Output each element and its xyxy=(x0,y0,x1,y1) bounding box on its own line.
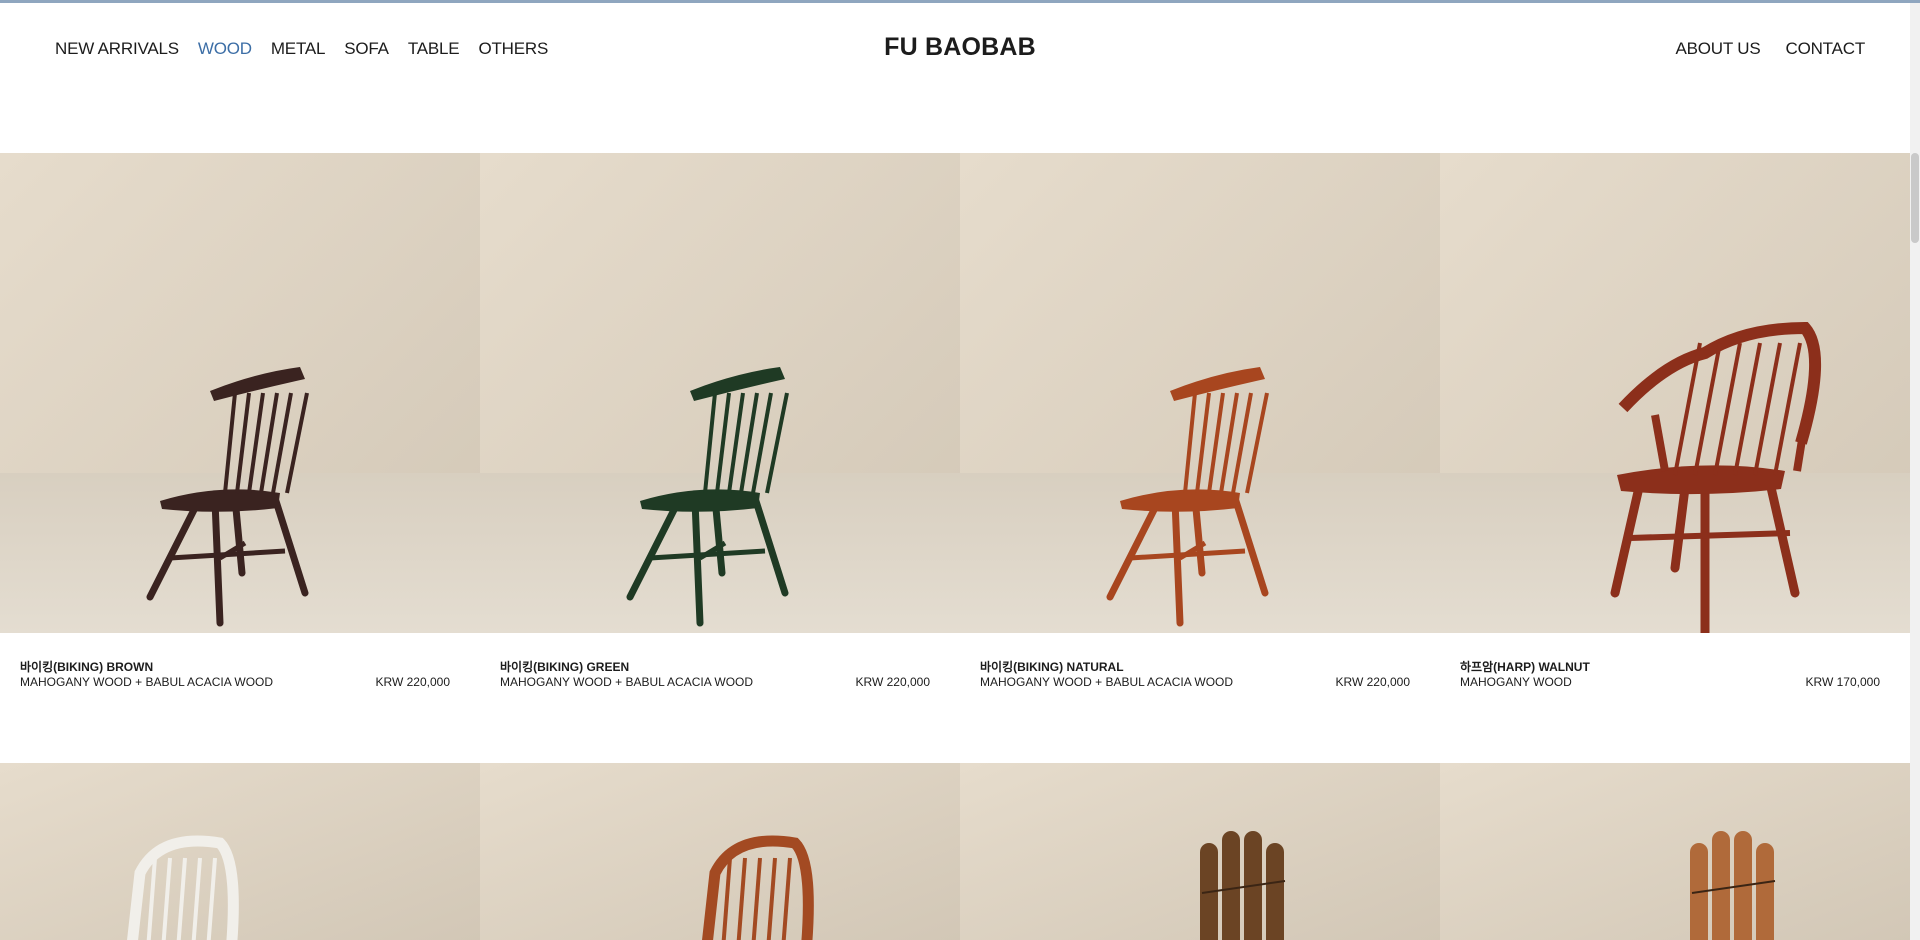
product-photo[interactable] xyxy=(960,763,1440,940)
nav-about-us[interactable]: ABOUT US xyxy=(1676,39,1761,59)
product-grid: 바이킹(BIKING) BROWN MAHOGANY WOOD + BABUL … xyxy=(0,153,1910,940)
photo-illustration xyxy=(1440,763,1910,940)
product-info: 하프암(HARP) WALNUT MAHOGANY WOOD KRW 170,0… xyxy=(1440,633,1910,763)
product-photo[interactable] xyxy=(480,763,960,940)
product-photo[interactable] xyxy=(480,153,960,633)
photo-illustration xyxy=(1440,153,1910,633)
product-photo[interactable] xyxy=(1440,763,1910,940)
product-card[interactable]: 하프암(HARP) WALNUT MAHOGANY WOOD KRW 170,0… xyxy=(1440,153,1910,763)
product-photo[interactable] xyxy=(1440,153,1910,633)
product-photo[interactable] xyxy=(0,763,480,940)
photo-illustration xyxy=(960,153,1440,633)
product-photo[interactable] xyxy=(0,153,480,633)
photo-backdrop xyxy=(1440,763,1910,940)
product-name[interactable]: 하프암(HARP) WALNUT xyxy=(1460,658,1590,675)
product-price: KRW 220,000 xyxy=(855,675,931,689)
product-card[interactable] xyxy=(480,763,960,940)
product-price: KRW 220,000 xyxy=(375,675,451,689)
product-card[interactable] xyxy=(1440,763,1910,940)
product-card[interactable]: 바이킹(BIKING) BROWN MAHOGANY WOOD + BABUL … xyxy=(0,153,480,763)
product-name[interactable]: 바이킹(BIKING) GREEN xyxy=(500,658,629,675)
product-card[interactable] xyxy=(960,763,1440,940)
product-card[interactable] xyxy=(0,763,480,940)
product-info: 바이킹(BIKING) GREEN MAHOGANY WOOD + BABUL … xyxy=(480,633,960,763)
product-row xyxy=(0,763,1910,940)
photo-backdrop xyxy=(480,763,960,940)
product-photo[interactable] xyxy=(960,153,1440,633)
product-name[interactable]: 바이킹(BIKING) NATURAL xyxy=(980,658,1124,675)
photo-illustration xyxy=(480,763,960,940)
photo-illustration xyxy=(960,763,1440,940)
site-header: NEW ARRIVALS WOOD METAL SOFA TABLE OTHER… xyxy=(0,3,1910,95)
page-scrollbar[interactable] xyxy=(1910,3,1920,940)
product-material: MAHOGANY WOOD xyxy=(1460,675,1572,689)
product-card[interactable]: 바이킹(BIKING) GREEN MAHOGANY WOOD + BABUL … xyxy=(480,153,960,763)
photo-illustration xyxy=(0,763,480,940)
product-info: 바이킹(BIKING) BROWN MAHOGANY WOOD + BABUL … xyxy=(0,633,480,763)
product-price: KRW 170,000 xyxy=(1805,675,1881,689)
product-material: MAHOGANY WOOD + BABUL ACACIA WOOD xyxy=(500,675,754,689)
info-nav: ABOUT US CONTACT xyxy=(1651,39,1866,59)
product-info: 바이킹(BIKING) NATURAL MAHOGANY WOOD + BABU… xyxy=(960,633,1440,763)
product-row: 바이킹(BIKING) BROWN MAHOGANY WOOD + BABUL … xyxy=(0,153,1910,763)
scrollbar-thumb[interactable] xyxy=(1911,153,1919,243)
product-name[interactable]: 바이킹(BIKING) BROWN xyxy=(20,658,153,675)
product-material: MAHOGANY WOOD + BABUL ACACIA WOOD xyxy=(20,675,274,689)
brand-logo[interactable]: FU BAOBAB xyxy=(0,33,1920,62)
product-material: MAHOGANY WOOD + BABUL ACACIA WOOD xyxy=(980,675,1234,689)
photo-illustration xyxy=(0,153,480,633)
photo-backdrop xyxy=(0,763,480,940)
product-card[interactable]: 바이킹(BIKING) NATURAL MAHOGANY WOOD + BABU… xyxy=(960,153,1440,763)
nav-contact[interactable]: CONTACT xyxy=(1786,39,1866,59)
product-price: KRW 220,000 xyxy=(1335,675,1411,689)
photo-illustration xyxy=(480,153,960,633)
